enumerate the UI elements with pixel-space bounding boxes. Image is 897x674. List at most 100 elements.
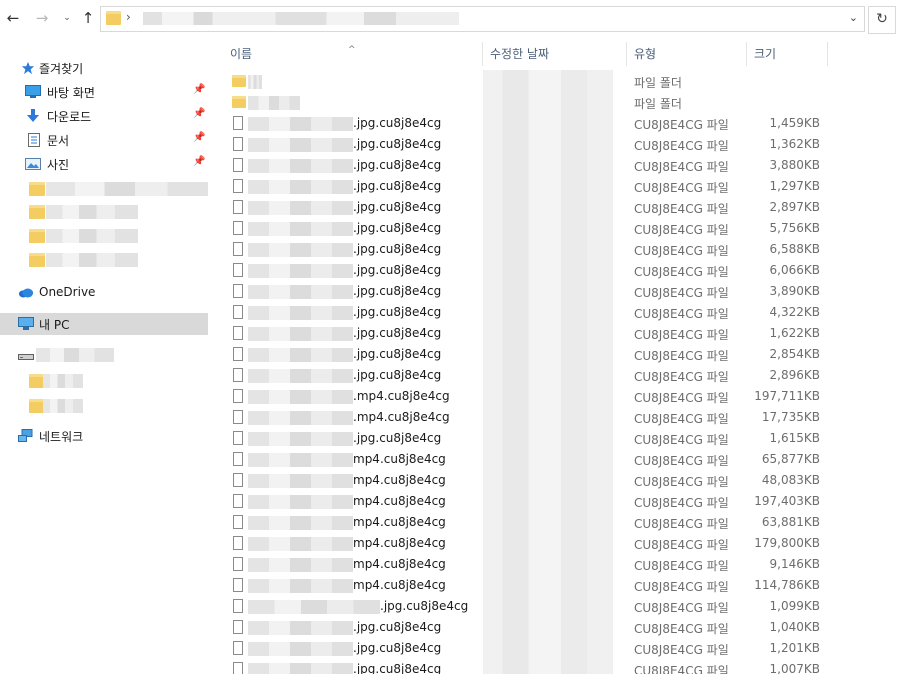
refresh-button[interactable]: ↻ xyxy=(868,6,896,34)
sidebar-item-label: 내 PC xyxy=(39,318,70,332)
drive-icon xyxy=(18,354,34,360)
file-size: 2,897KB xyxy=(769,200,820,214)
sidebar-item-desktop[interactable]: 바탕 화면 📌 xyxy=(0,81,208,103)
file-extension: .mp4.cu8j8e4cg xyxy=(353,389,450,403)
sidebar-item-folder-redacted[interactable] xyxy=(0,370,208,392)
sidebar-item-pictures[interactable]: 사진 📌 xyxy=(0,153,208,175)
file-row[interactable]: .jpg.cu8j8e4cg CU8J8E4CG 파일 1,040KB xyxy=(211,617,897,638)
quick-access[interactable]: 즐겨찾기 xyxy=(0,57,208,79)
forward-button[interactable]: → xyxy=(33,8,51,28)
column-header-modified[interactable]: 수정한 날짜 xyxy=(490,45,549,62)
file-row[interactable]: .jpg.cu8j8e4cg CU8J8E4CG 파일 1,099KB xyxy=(211,596,897,617)
file-size: 6,588KB xyxy=(769,242,820,256)
sidebar-item-this-pc[interactable]: 내 PC xyxy=(0,313,208,335)
pin-icon[interactable]: 📌 xyxy=(193,84,205,95)
file-row[interactable]: mp4.cu8j8e4cg CU8J8E4CG 파일 48,083KB xyxy=(211,470,897,491)
folder-row[interactable]: 파일 폴더 xyxy=(211,71,897,92)
column-header-size[interactable]: 크기 xyxy=(754,45,776,62)
breadcrumb-path-redacted[interactable] xyxy=(143,12,459,25)
file-row[interactable]: .jpg.cu8j8e4cg CU8J8E4CG 파일 6,588KB xyxy=(211,239,897,260)
redacted-label xyxy=(46,182,208,196)
sidebar-item-onedrive[interactable]: OneDrive xyxy=(0,282,208,304)
file-row[interactable]: mp4.cu8j8e4cg CU8J8E4CG 파일 65,877KB xyxy=(211,449,897,470)
breadcrumb-chevron-icon[interactable]: › xyxy=(126,10,131,24)
file-icon xyxy=(233,284,243,298)
file-icon xyxy=(233,347,243,361)
sidebar-item-downloads[interactable]: 다운로드 📌 xyxy=(0,105,208,127)
file-extension: mp4.cu8j8e4cg xyxy=(353,536,446,550)
sidebar-item-drive-redacted[interactable] xyxy=(0,344,208,366)
pin-icon[interactable]: 📌 xyxy=(193,108,205,119)
file-row[interactable]: .jpg.cu8j8e4cg CU8J8E4CG 파일 1,622KB xyxy=(211,323,897,344)
file-row[interactable]: mp4.cu8j8e4cg CU8J8E4CG 파일 179,800KB xyxy=(211,533,897,554)
file-row[interactable]: .jpg.cu8j8e4cg CU8J8E4CG 파일 1,615KB xyxy=(211,428,897,449)
file-row[interactable]: .jpg.cu8j8e4cg CU8J8E4CG 파일 6,066KB xyxy=(211,260,897,281)
file-size: 1,459KB xyxy=(769,116,820,130)
column-divider[interactable] xyxy=(827,42,828,66)
file-row[interactable]: mp4.cu8j8e4cg CU8J8E4CG 파일 114,786KB xyxy=(211,575,897,596)
file-type: CU8J8E4CG 파일 xyxy=(634,118,729,132)
file-row[interactable]: .jpg.cu8j8e4cg CU8J8E4CG 파일 2,854KB xyxy=(211,344,897,365)
file-row[interactable]: .mp4.cu8j8e4cg CU8J8E4CG 파일 17,735KB xyxy=(211,407,897,428)
file-extension: .mp4.cu8j8e4cg xyxy=(353,410,450,424)
file-extension: .jpg.cu8j8e4cg xyxy=(353,179,442,193)
recent-locations-button[interactable]: ⌄ xyxy=(58,8,76,28)
address-bar[interactable]: › ⌄ xyxy=(100,6,865,32)
folder-row[interactable]: 파일 폴더 xyxy=(211,92,897,113)
redacted-label xyxy=(46,205,138,219)
redacted-filename xyxy=(248,96,300,110)
star-icon xyxy=(21,61,35,75)
pin-icon[interactable]: 📌 xyxy=(193,132,205,143)
file-row[interactable]: .jpg.cu8j8e4cg CU8J8E4CG 파일 1,201KB xyxy=(211,638,897,659)
column-divider[interactable] xyxy=(482,42,483,66)
folder-icon xyxy=(29,229,45,243)
file-row[interactable]: .jpg.cu8j8e4cg CU8J8E4CG 파일 5,756KB xyxy=(211,218,897,239)
file-icon xyxy=(233,200,243,214)
sidebar-item-label: 바탕 화면 xyxy=(47,86,95,100)
file-row[interactable]: .jpg.cu8j8e4cg CU8J8E4CG 파일 3,880KB xyxy=(211,155,897,176)
redacted-filename xyxy=(248,495,353,509)
sidebar-item-folder-redacted[interactable] xyxy=(0,201,208,223)
folder-icon xyxy=(29,205,45,219)
file-row[interactable]: .jpg.cu8j8e4cg CU8J8E4CG 파일 2,897KB xyxy=(211,197,897,218)
sidebar-item-folder-redacted[interactable] xyxy=(0,225,208,247)
file-row[interactable]: .jpg.cu8j8e4cg CU8J8E4CG 파일 1,362KB xyxy=(211,134,897,155)
pin-icon[interactable]: 📌 xyxy=(193,156,205,167)
column-divider[interactable] xyxy=(626,42,627,66)
file-row[interactable]: mp4.cu8j8e4cg CU8J8E4CG 파일 9,146KB xyxy=(211,554,897,575)
folder-icon xyxy=(232,75,246,87)
sidebar-item-network[interactable]: 네트워크 xyxy=(0,425,208,447)
file-type: CU8J8E4CG 파일 xyxy=(634,664,729,674)
sidebar-item-folder-redacted[interactable] xyxy=(0,249,208,271)
file-row[interactable]: .jpg.cu8j8e4cg CU8J8E4CG 파일 1,459KB xyxy=(211,113,897,134)
up-button[interactable]: ↑ xyxy=(79,8,97,28)
file-size: 9,146KB xyxy=(769,557,820,571)
file-size: 1,040KB xyxy=(769,620,820,634)
sidebar-item-folder-redacted[interactable] xyxy=(0,178,208,200)
file-extension: mp4.cu8j8e4cg xyxy=(353,452,446,466)
file-size: 2,854KB xyxy=(769,347,820,361)
file-row[interactable]: .jpg.cu8j8e4cg CU8J8E4CG 파일 2,896KB xyxy=(211,365,897,386)
file-icon xyxy=(233,599,243,613)
file-row[interactable]: .jpg.cu8j8e4cg CU8J8E4CG 파일 1,007KB xyxy=(211,659,897,674)
file-row[interactable]: mp4.cu8j8e4cg CU8J8E4CG 파일 197,403KB xyxy=(211,491,897,512)
sidebar-item-documents[interactable]: 문서 📌 xyxy=(0,129,208,151)
address-dropdown-icon[interactable]: ⌄ xyxy=(849,11,858,24)
column-header-type[interactable]: 유형 xyxy=(634,45,656,62)
redacted-filename xyxy=(248,411,353,425)
file-row[interactable]: .jpg.cu8j8e4cg CU8J8E4CG 파일 4,322KB xyxy=(211,302,897,323)
redacted-filename xyxy=(248,453,353,467)
file-icon xyxy=(233,389,243,403)
back-button[interactable]: ← xyxy=(4,8,22,28)
file-row[interactable]: mp4.cu8j8e4cg CU8J8E4CG 파일 63,881KB xyxy=(211,512,897,533)
file-size: 5,756KB xyxy=(769,221,820,235)
file-row[interactable]: .mp4.cu8j8e4cg CU8J8E4CG 파일 197,711KB xyxy=(211,386,897,407)
column-header-name[interactable]: 이름 xyxy=(230,45,252,62)
file-row[interactable]: .jpg.cu8j8e4cg CU8J8E4CG 파일 1,297KB xyxy=(211,176,897,197)
sidebar-item-folder-redacted[interactable] xyxy=(0,395,208,417)
file-extension: mp4.cu8j8e4cg xyxy=(353,473,446,487)
file-row[interactable]: .jpg.cu8j8e4cg CU8J8E4CG 파일 3,890KB xyxy=(211,281,897,302)
redacted-label xyxy=(43,374,83,388)
file-size: 1,615KB xyxy=(769,431,820,445)
column-divider[interactable] xyxy=(746,42,747,66)
